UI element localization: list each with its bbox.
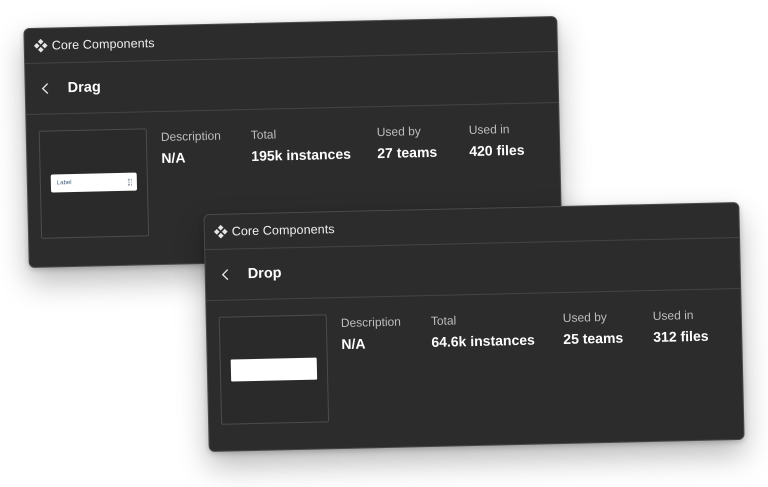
- stat-total: Total 64.6k instances: [431, 312, 535, 350]
- stat-label: Used by: [562, 309, 607, 325]
- stat-used-in: Used in 420 files: [469, 122, 525, 159]
- library-title: Core Components: [51, 36, 155, 53]
- stat-used-by: Used by 25 teams: [563, 310, 624, 347]
- component-name: Drop: [247, 265, 282, 283]
- stat-used-by: Used by 27 teams: [377, 124, 438, 161]
- component-icon: [33, 38, 48, 53]
- chevron-left-icon[interactable]: [216, 264, 236, 284]
- stat-value: 420 files: [469, 141, 525, 160]
- stat-label: Used in: [468, 122, 510, 138]
- drag-handle-icon: [127, 178, 132, 186]
- stat-total: Total 195k instances: [251, 126, 351, 164]
- stat-value: N/A: [161, 149, 186, 166]
- stat-value: 64.6k instances: [431, 331, 535, 350]
- thumbnail-chip: Label: [50, 172, 138, 193]
- stat-description: Description N/A: [341, 315, 402, 352]
- stat-value: N/A: [341, 335, 366, 353]
- component-content: Description N/A Total 64.6k instances Us…: [206, 289, 743, 441]
- chevron-left-icon[interactable]: [36, 78, 56, 98]
- stat-label: Used in: [652, 308, 694, 323]
- component-icon: [213, 224, 228, 239]
- stage: Core Components Drag Label Description N…: [0, 0, 768, 487]
- stat-label: Used by: [376, 124, 421, 140]
- component-thumbnail: [218, 314, 330, 425]
- stat-label: Description: [340, 314, 402, 331]
- stat-description: Description N/A: [161, 129, 222, 166]
- thumbnail-drop-zone: [230, 357, 318, 382]
- library-title: Core Components: [231, 222, 335, 239]
- stat-label: Description: [160, 128, 222, 144]
- component-thumbnail: Label: [38, 128, 150, 239]
- stat-value: 25 teams: [563, 329, 624, 347]
- stat-value: 27 teams: [377, 143, 438, 162]
- stat-label: Total: [250, 127, 277, 142]
- stat-used-in: Used in 312 files: [653, 308, 709, 345]
- thumbnail-label: Label: [56, 180, 72, 187]
- stat-value: 312 files: [653, 327, 709, 345]
- component-name: Drag: [67, 79, 101, 97]
- stat-value: 195k instances: [251, 145, 352, 164]
- stat-label: Total: [430, 313, 457, 328]
- component-card-drop: Core Components Drop Description N/A Tot…: [203, 201, 745, 453]
